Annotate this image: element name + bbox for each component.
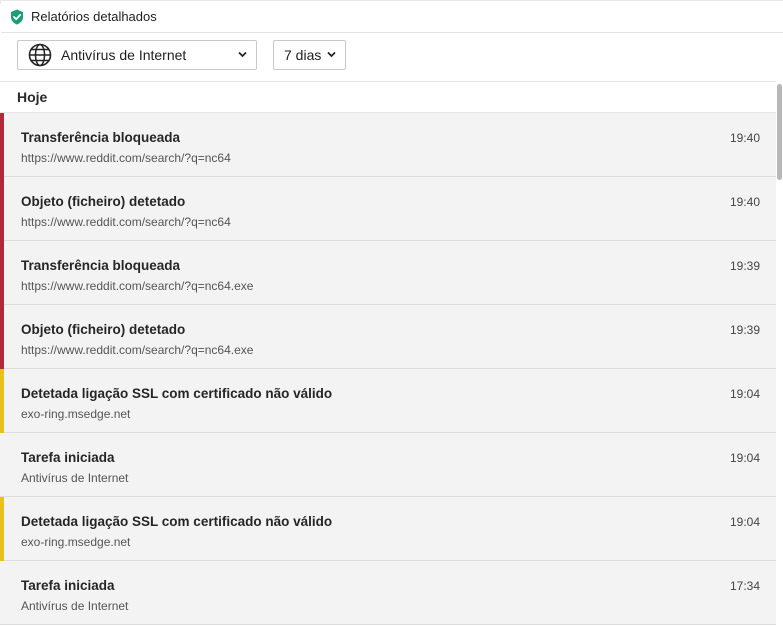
section-label: Hoje — [17, 89, 48, 105]
chevron-down-icon — [238, 51, 247, 58]
event-row[interactable]: Transferência bloqueada https://www.reddi… — [0, 241, 776, 305]
severity-indicator — [0, 497, 4, 561]
section-header-today: Hoje — [0, 81, 776, 113]
event-row[interactable]: Tarefa iniciada Antivírus de Internet 19:0… — [0, 433, 776, 497]
event-detail: https://www.reddit.com/search/?q=nc64.ex… — [21, 279, 254, 293]
event-time: 19:39 — [729, 323, 760, 337]
component-dropdown[interactable]: Antivírus de Internet — [17, 40, 257, 70]
severity-indicator — [0, 177, 4, 241]
event-list: Transferência bloqueada https://www.reddi… — [0, 113, 776, 626]
event-detail: https://www.reddit.com/search/?q=nc64 — [21, 215, 231, 229]
scrollbar-thumb[interactable] — [777, 84, 782, 180]
event-time: 19:04 — [729, 451, 760, 465]
period-dropdown[interactable]: 7 dias — [273, 40, 346, 70]
event-row[interactable]: Objeto (ficheiro) detetado https://www.re… — [0, 305, 776, 369]
event-detail: Antivírus de Internet — [21, 599, 129, 613]
event-detail: https://www.reddit.com/search/?q=nc64.ex… — [21, 343, 254, 357]
event-title: Detetada ligação SSL com certificado não… — [21, 514, 333, 529]
event-row[interactable]: Transferência bloqueada https://www.reddi… — [0, 113, 776, 177]
severity-indicator — [0, 369, 4, 433]
severity-indicator — [0, 113, 4, 177]
event-detail: exo-ring.msedge.net — [21, 535, 131, 549]
period-dropdown-label: 7 dias — [284, 47, 322, 63]
event-time: 19:40 — [729, 131, 760, 145]
event-detail: Antivírus de Internet — [21, 471, 129, 485]
severity-indicator — [0, 241, 4, 305]
severity-indicator — [0, 561, 4, 625]
event-time: 19:39 — [729, 259, 760, 273]
component-dropdown-label: Antivírus de Internet — [61, 47, 187, 63]
event-title: Detetada ligação SSL com certificado não… — [21, 386, 333, 401]
event-row[interactable]: Detetada ligação SSL com certificado não… — [0, 497, 776, 561]
severity-indicator — [0, 433, 4, 497]
window-title: Relatórios detalhados — [31, 9, 157, 24]
event-row[interactable]: Objeto (ficheiro) detetado https://www.re… — [0, 177, 776, 241]
vertical-scrollbar[interactable] — [776, 81, 783, 626]
event-title: Objeto (ficheiro) detetado — [21, 322, 186, 337]
window-titlebar: Relatórios detalhados — [1, 1, 783, 33]
filter-bar: Antivírus de Internet 7 dias — [0, 33, 783, 81]
event-title: Objeto (ficheiro) detetado — [21, 194, 186, 209]
event-title: Tarefa iniciada — [21, 578, 115, 593]
event-title: Transferência bloqueada — [21, 258, 181, 273]
event-row[interactable]: Detetada ligação SSL com certificado não… — [0, 369, 776, 433]
event-detail: exo-ring.msedge.net — [21, 407, 131, 421]
severity-indicator — [0, 305, 4, 369]
globe-icon — [28, 43, 52, 67]
event-time: 19:40 — [729, 195, 760, 209]
event-title: Transferência bloqueada — [21, 130, 181, 145]
event-detail: https://www.reddit.com/search/?q=nc64 — [21, 151, 231, 165]
event-time: 17:34 — [729, 579, 760, 593]
event-time: 19:04 — [729, 515, 760, 529]
event-title: Tarefa iniciada — [21, 450, 115, 465]
event-time: 19:04 — [729, 387, 760, 401]
chevron-down-icon — [327, 51, 336, 58]
event-row[interactable]: Tarefa iniciada Antivírus de Internet 17:3… — [0, 561, 776, 625]
shield-check-icon — [10, 9, 24, 25]
